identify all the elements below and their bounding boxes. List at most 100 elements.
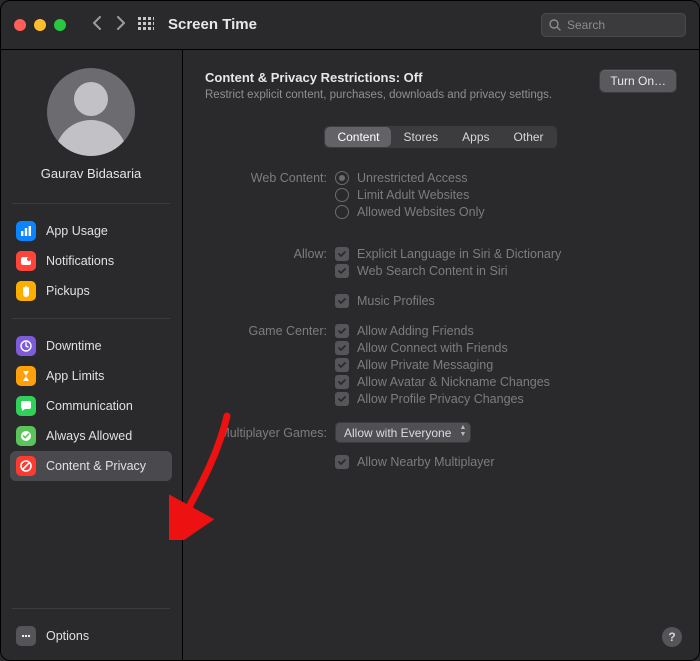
chat-icon: [16, 396, 36, 416]
sidebar-item-app-usage[interactable]: App Usage: [10, 216, 172, 246]
window-body: Gaurav Bidasaria App Usage Notifications…: [0, 50, 700, 661]
checkbox-music-profiles[interactable]: [335, 294, 349, 308]
ellipsis-icon: [16, 626, 36, 646]
tab-other[interactable]: Other: [502, 127, 556, 147]
title-prefix: Content & Privacy Restrictions:: [205, 70, 404, 85]
window-title: Screen Time: [168, 16, 257, 33]
tab-content[interactable]: Content: [325, 127, 391, 147]
sidebar-item-label: App Usage: [46, 224, 108, 238]
game-center-label: Game Center:: [205, 324, 335, 338]
row-gc-2: Allow Connect with Friends: [205, 341, 676, 355]
option-label: Allow Nearby Multiplayer: [357, 455, 495, 469]
sidebar-separator: [12, 608, 170, 609]
nav-arrows: [92, 16, 126, 33]
all-prefs-grid-icon[interactable]: [138, 17, 154, 33]
tab-segmented-control: Content Stores Apps Other: [323, 125, 557, 149]
sidebar-item-label: Downtime: [46, 339, 102, 353]
checkbox-private-msg[interactable]: [335, 358, 349, 372]
username-label: Gaurav Bidasaria: [41, 166, 141, 181]
checkbox-nearby-multiplayer[interactable]: [335, 455, 349, 469]
row-gc-1: Game Center: Allow Adding Friends: [205, 324, 676, 338]
back-button[interactable]: [92, 16, 102, 33]
bar-chart-icon: [16, 221, 36, 241]
row-web-content-3: Allowed Websites Only: [205, 205, 676, 219]
notification-icon: [16, 251, 36, 271]
option-label: Music Profiles: [357, 294, 435, 308]
sidebar-item-content-privacy[interactable]: Content & Privacy: [10, 451, 172, 481]
close-window-button[interactable]: [14, 19, 26, 31]
web-content-label: Web Content:: [205, 171, 335, 185]
checkbox-avatar-nick[interactable]: [335, 375, 349, 389]
sidebar-item-notifications[interactable]: Notifications: [10, 246, 172, 276]
titlebar: Screen Time Search: [0, 0, 700, 50]
row-gc-3: Allow Private Messaging: [205, 358, 676, 372]
row-allow-1: Allow: Explicit Language in Siri & Dicti…: [205, 247, 676, 261]
sidebar-item-always-allowed[interactable]: Always Allowed: [10, 421, 172, 451]
row-multiplayer-select: Multiplayer Games: Allow with Everyone ▲…: [205, 422, 676, 443]
help-button[interactable]: ?: [662, 627, 682, 647]
zoom-window-button[interactable]: [54, 19, 66, 31]
sidebar-item-label: App Limits: [46, 369, 104, 383]
row-allow-2: Web Search Content in Siri: [205, 264, 676, 278]
sidebar-item-communication[interactable]: Communication: [10, 391, 172, 421]
option-label: Limit Adult Websites: [357, 188, 469, 202]
sidebar-separator: [12, 318, 170, 319]
minimize-window-button[interactable]: [34, 19, 46, 31]
settings-rows: Web Content: Unrestricted Access Limit A…: [205, 171, 676, 469]
hourglass-icon: [16, 366, 36, 386]
header-row: Content & Privacy Restrictions: Off Rest…: [205, 70, 676, 101]
search-field[interactable]: Search: [541, 13, 686, 37]
option-label: Allow Connect with Friends: [357, 341, 508, 355]
sidebar-item-label: Content & Privacy: [46, 459, 146, 473]
row-web-content-1: Web Content: Unrestricted Access: [205, 171, 676, 185]
radio-allowed-only[interactable]: [335, 205, 349, 219]
option-label: Unrestricted Access: [357, 171, 467, 185]
search-icon: [549, 19, 561, 31]
sidebar-item-label: Options: [46, 629, 89, 643]
option-label: Web Search Content in Siri: [357, 264, 508, 278]
sidebar-item-label: Pickups: [46, 284, 90, 298]
sidebar-item-options[interactable]: Options: [10, 621, 172, 651]
checkbox-add-friends[interactable]: [335, 324, 349, 338]
option-label: Allow Private Messaging: [357, 358, 493, 372]
sidebar-item-label: Always Allowed: [46, 429, 132, 443]
multiplayer-select[interactable]: Allow with Everyone ▲▼: [335, 422, 471, 443]
main-content: Content & Privacy Restrictions: Off Rest…: [183, 50, 700, 661]
select-value: Allow with Everyone: [344, 426, 451, 440]
sidebar: Gaurav Bidasaria App Usage Notifications…: [0, 50, 183, 661]
row-gc-4: Allow Avatar & Nickname Changes: [205, 375, 676, 389]
sidebar-item-downtime[interactable]: Downtime: [10, 331, 172, 361]
avatar: [47, 68, 135, 156]
sidebar-item-app-limits[interactable]: App Limits: [10, 361, 172, 391]
option-label: Allow Avatar & Nickname Changes: [357, 375, 550, 389]
clock-icon: [16, 336, 36, 356]
radio-limit-adult[interactable]: [335, 188, 349, 202]
section-subtitle: Restrict explicit content, purchases, do…: [205, 89, 552, 101]
check-circle-icon: [16, 426, 36, 446]
option-label: Explicit Language in Siri & Dictionary: [357, 247, 561, 261]
option-label: Allow Adding Friends: [357, 324, 474, 338]
search-placeholder: Search: [567, 18, 605, 32]
sidebar-item-label: Notifications: [46, 254, 114, 268]
tab-apps[interactable]: Apps: [450, 127, 501, 147]
row-gc-5: Allow Profile Privacy Changes: [205, 392, 676, 406]
row-web-content-2: Limit Adult Websites: [205, 188, 676, 202]
checkbox-web-siri[interactable]: [335, 264, 349, 278]
hand-icon: [16, 281, 36, 301]
turn-on-button[interactable]: Turn On…: [600, 70, 676, 92]
tab-stores[interactable]: Stores: [391, 127, 450, 147]
sidebar-item-label: Communication: [46, 399, 133, 413]
no-entry-icon: [16, 456, 36, 476]
checkbox-connect-friends[interactable]: [335, 341, 349, 355]
checkbox-explicit-lang[interactable]: [335, 247, 349, 261]
preferences-window: Screen Time Search Gaurav Bidasaria App …: [0, 0, 700, 661]
radio-unrestricted[interactable]: [335, 171, 349, 185]
user-block: Gaurav Bidasaria: [10, 68, 172, 181]
option-label: Allowed Websites Only: [357, 205, 485, 219]
sidebar-item-pickups[interactable]: Pickups: [10, 276, 172, 306]
chevron-updown-icon: ▲▼: [459, 424, 466, 438]
checkbox-profile-privacy[interactable]: [335, 392, 349, 406]
forward-button[interactable]: [116, 16, 126, 33]
section-title: Content & Privacy Restrictions: Off: [205, 70, 552, 85]
state-label: Off: [404, 70, 423, 85]
